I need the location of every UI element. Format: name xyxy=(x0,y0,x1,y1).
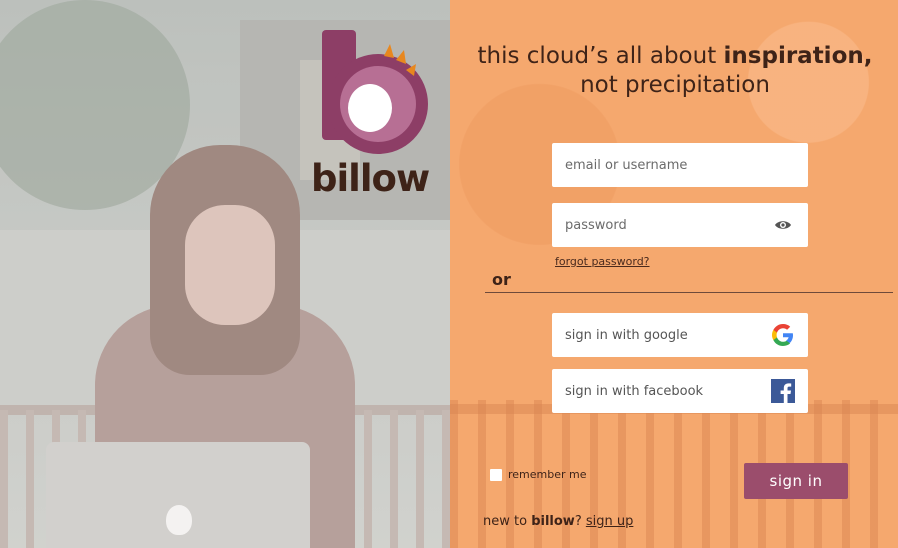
remember-me-option[interactable]: remember me xyxy=(490,468,587,481)
brand-wordmark: billow xyxy=(311,157,430,200)
forgot-password-link[interactable]: forgot password? xyxy=(555,255,650,268)
eye-icon[interactable] xyxy=(770,212,796,238)
remember-me-checkbox[interactable] xyxy=(490,468,502,481)
page-heading: this cloud’s all about inspiration, not … xyxy=(470,42,880,100)
sign-in-button[interactable]: sign in xyxy=(744,463,848,499)
heading-line-2: not precipitation xyxy=(580,72,770,98)
signup-prompt-brand: billow xyxy=(531,514,575,529)
signup-prompt: new to billow? sign up xyxy=(483,514,634,529)
heading-line-1: this cloud’s all about inspiration, xyxy=(477,43,873,69)
google-signin-label: sign in with google xyxy=(565,327,688,343)
username-field[interactable] xyxy=(552,143,808,187)
heading-emphasis: inspiration, xyxy=(723,43,873,69)
password-input[interactable] xyxy=(565,217,755,233)
sign-up-link[interactable]: sign up xyxy=(586,514,634,529)
google-icon xyxy=(770,322,796,348)
remember-me-label: remember me xyxy=(508,468,587,481)
facebook-signin-button[interactable]: sign in with facebook xyxy=(552,369,808,413)
google-signin-button[interactable]: sign in with google xyxy=(552,313,808,357)
facebook-icon xyxy=(770,378,796,404)
divider xyxy=(485,292,893,293)
password-field[interactable] xyxy=(552,203,808,247)
username-input[interactable] xyxy=(565,157,755,173)
or-separator-label: or xyxy=(492,270,511,289)
facebook-signin-label: sign in with facebook xyxy=(565,383,704,399)
